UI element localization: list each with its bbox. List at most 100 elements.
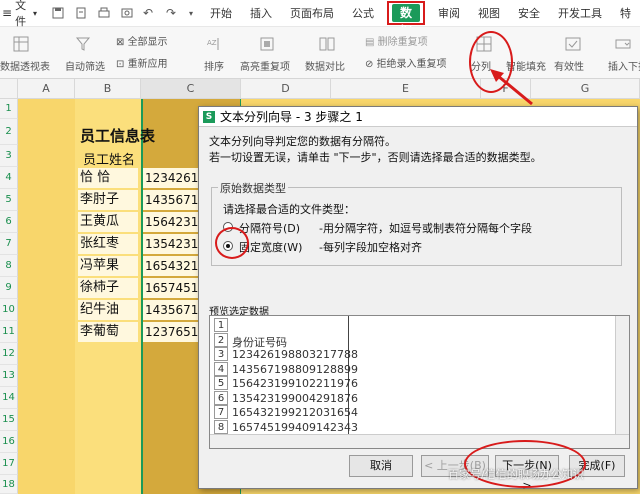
file-type-prompt: 请选择最合适的文件类型： <box>223 203 355 216</box>
row-header[interactable]: 13 <box>0 365 18 387</box>
name-cell[interactable]: 李葡萄 <box>78 322 138 342</box>
svg-text:AZ: AZ <box>207 39 217 47</box>
row-header[interactable]: 12 <box>0 343 18 365</box>
chevron-down-icon: ▾ <box>32 8 37 18</box>
row-header[interactable]: 15 <box>0 409 18 431</box>
preview-vscroll[interactable] <box>615 316 629 436</box>
sort-button[interactable]: 排序 <box>204 58 224 73</box>
column-header-g[interactable]: G <box>531 79 640 99</box>
export-icon[interactable] <box>74 6 88 20</box>
remove-duplicates-button[interactable]: ▤ 删除重复项 <box>365 33 428 48</box>
save-icon[interactable] <box>51 6 65 20</box>
id-cell[interactable]: 12376519 <box>143 322 199 342</box>
ribbon-tabs: 开始 插入 页面布局 公式 数据 审阅 视图 安全 开发工具 特 <box>201 0 640 38</box>
row-header[interactable]: 16 <box>0 431 18 453</box>
tab-page-layout[interactable]: 页面布局 <box>281 0 343 27</box>
row-header[interactable]: 5 <box>0 189 18 211</box>
validation-icon <box>565 37 581 51</box>
tab-insert[interactable]: 插入 <box>241 0 281 27</box>
name-cell[interactable]: 王黄瓜 <box>78 212 138 232</box>
id-cell[interactable]: 15642319 <box>143 212 199 232</box>
reject-duplicates-button[interactable]: ⊘ 拒绝录入重复项 <box>365 55 447 70</box>
row-header[interactable]: 7 <box>0 233 18 255</box>
wizard-description-1: 文本分列向导判定您的数据有分隔符。 <box>209 135 396 148</box>
file-menu[interactable]: ≡ 文件 ▾ <box>0 0 43 28</box>
row-header[interactable]: 1 <box>0 99 18 119</box>
show-all-button[interactable]: ⊠ 全部显示 <box>116 33 168 48</box>
file-menu-label: 文件 <box>15 0 27 28</box>
preview-row-number: 7 <box>214 405 228 419</box>
preview-row-text: 165745199409142343 <box>232 420 358 434</box>
id-cell[interactable]: 14356719 <box>143 190 199 210</box>
select-all-corner[interactable] <box>0 79 18 99</box>
reapply-icon: ⊡ <box>116 59 128 70</box>
name-cell[interactable]: 徐柿子 <box>78 278 138 298</box>
row-header[interactable]: 9 <box>0 277 18 299</box>
redo-icon[interactable]: ↷ <box>166 6 180 20</box>
reject-duplicates-icon: ⊘ <box>365 59 377 70</box>
name-cell[interactable]: 纪牛油 <box>78 300 138 320</box>
row-header[interactable]: 14 <box>0 387 18 409</box>
preview-row-number: 4 <box>214 361 228 376</box>
name-cell[interactable]: 冯苹果 <box>78 256 138 276</box>
row-header[interactable]: 3 <box>0 145 18 167</box>
id-cell[interactable]: 12342619 <box>143 168 199 188</box>
row-header[interactable]: 8 <box>0 255 18 277</box>
data-compare-icon <box>319 37 335 51</box>
name-cell[interactable]: 李肘子 <box>78 190 138 210</box>
column-header-e[interactable]: E <box>331 79 481 99</box>
row-header[interactable]: 10 <box>0 299 18 321</box>
preview-row-text: 165432199212031654 <box>232 406 358 419</box>
preview-row-text: 135423199004291876 <box>232 391 358 405</box>
tab-developer[interactable]: 开发工具 <box>549 0 611 27</box>
row-header[interactable]: 18 <box>0 475 18 494</box>
wizard-description-2: 若一切设置无误，请单击 "下一步"，否则请选择最合适的数据类型。 <box>209 151 542 164</box>
id-cell[interactable]: 14356719 <box>143 300 199 320</box>
pivot-table-button[interactable]: 数据透视表 <box>0 58 50 73</box>
hamburger-icon: ≡ <box>2 6 13 20</box>
pivot-table-icon <box>13 36 29 52</box>
column-header-c[interactable]: C <box>141 79 241 99</box>
cancel-button[interactable]: 取消 <box>349 455 413 477</box>
reapply-button[interactable]: ⊡ 重新应用 <box>116 55 168 70</box>
name-cell[interactable]: 张红枣 <box>78 234 138 254</box>
group-title: 原始数据类型 <box>218 180 288 196</box>
tab-view[interactable]: 视图 <box>469 0 509 27</box>
tab-data[interactable]: 数据 <box>391 4 420 38</box>
id-cell[interactable]: 13542319 <box>143 234 199 254</box>
show-all-icon: ⊠ <box>116 37 128 48</box>
print-preview-icon[interactable] <box>120 6 134 20</box>
tab-home[interactable]: 开始 <box>201 0 241 27</box>
preview-row-number: 2 <box>214 332 228 347</box>
annotation-arrow <box>490 69 533 106</box>
auto-filter-button[interactable]: 自动筛选 <box>65 58 105 73</box>
column-header-d[interactable]: D <box>241 79 331 99</box>
insert-dropdown-button[interactable]: 插入下拉 <box>608 58 640 73</box>
tab-formulas[interactable]: 公式 <box>343 0 383 27</box>
column-header-a[interactable]: A <box>18 79 75 99</box>
tab-review[interactable]: 审阅 <box>429 0 469 27</box>
tab-features[interactable]: 特 <box>611 0 640 27</box>
name-cell[interactable]: 恰 恰 <box>78 168 138 188</box>
column-header-b[interactable]: B <box>75 79 141 99</box>
reject-duplicates-label: 拒绝录入重复项 <box>376 59 447 70</box>
tab-security[interactable]: 安全 <box>509 0 549 27</box>
delimited-label[interactable]: 分隔符号(D) <box>239 220 300 236</box>
id-cell[interactable]: 16543219 <box>143 256 199 276</box>
ribbon-toolbar: 数据透视表 自动筛选 ⊠ 全部显示 ⊡ 重新应用 AZ 排序 高亮重复项 数据对… <box>0 27 640 79</box>
menu-bar: ≡ 文件 ▾ ↶ ↷ ▾ 开始 插入 页面布局 公式 数据 审阅 视图 安全 开… <box>0 0 640 38</box>
row-header[interactable]: 11 <box>0 321 18 343</box>
data-compare-button[interactable]: 数据对比 <box>305 58 345 73</box>
row-header[interactable]: 17 <box>0 453 18 475</box>
highlight-duplicates-button[interactable]: 高亮重复项 <box>240 58 290 73</box>
id-cell[interactable]: 16574519 <box>143 278 199 298</box>
preview-row-number: 8 <box>214 419 228 434</box>
print-icon[interactable] <box>97 6 111 20</box>
row-header[interactable]: 4 <box>0 167 18 189</box>
undo-icon[interactable]: ↶ <box>143 6 157 20</box>
row-header[interactable]: 2 <box>0 119 18 145</box>
qa-chevron-icon[interactable]: ▾ <box>189 9 193 18</box>
delimited-description: -用分隔字符，如逗号或制表符分隔每个字段 <box>319 222 532 235</box>
row-header[interactable]: 6 <box>0 211 18 233</box>
validation-button[interactable]: 有效性 <box>554 58 584 73</box>
